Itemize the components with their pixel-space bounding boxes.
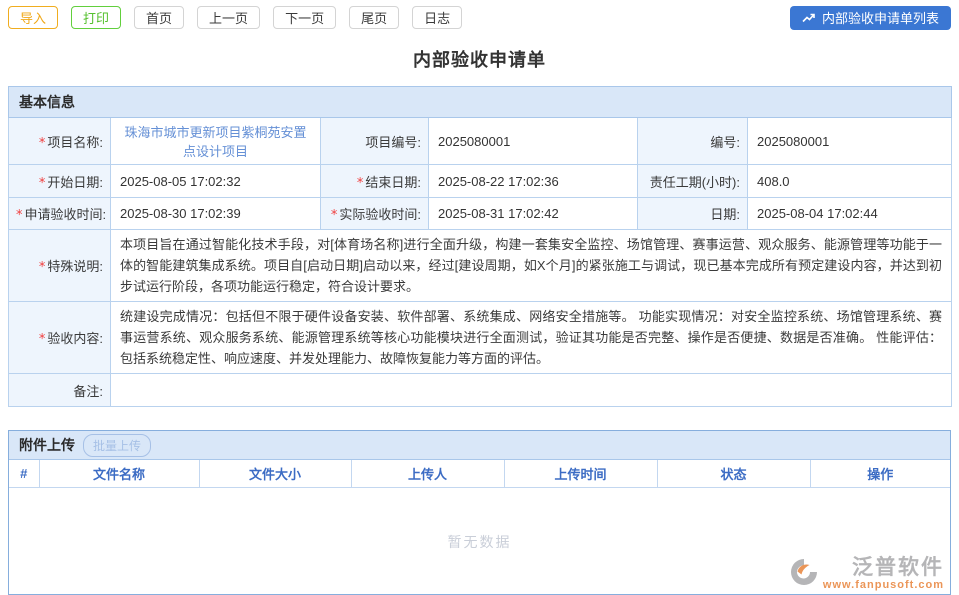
required-marker: * <box>39 176 46 191</box>
attachments-header: 附件上传 批量上传 <box>9 431 950 460</box>
internal-acceptance-form-page: 导入 打印 首页 上一页 下一页 尾页 日志 内部验收申请单列表 内部验收申请单 <box>0 0 959 592</box>
print-button[interactable]: 打印 <box>71 6 121 29</box>
field-label-acceptance-content: *验收内容: <box>9 302 111 374</box>
attach-col-index: # <box>9 460 39 487</box>
remark-value <box>111 374 952 407</box>
attach-col-upload-time: 上传时间 <box>504 460 657 487</box>
required-marker: * <box>357 176 364 191</box>
field-label-end-date: *结束日期: <box>321 165 429 198</box>
field-label-project-code: 项目编号: <box>321 118 429 165</box>
project-name-link[interactable]: 珠海市城市更新项目紫桐苑安置点设计项目 <box>124 125 306 159</box>
fanpu-logo-icon <box>789 557 819 592</box>
special-note-value: 本项目旨在通过智能化技术手段，对[体育场名称]进行全面升级，构建一套集安全监控、… <box>120 234 942 297</box>
table-row: *申请验收时间: 2025-08-30 17:02:39 *实际验收时间: 20… <box>9 198 952 230</box>
attach-col-uploader: 上传人 <box>351 460 504 487</box>
next-page-button[interactable]: 下一页 <box>273 6 336 29</box>
code-value: 2025080001 <box>748 118 952 165</box>
basic-info-section-title: 基本信息 <box>9 87 952 118</box>
field-label-date: 日期: <box>638 198 748 230</box>
field-label-actual-accept-time: *实际验收时间: <box>321 198 429 230</box>
trend-up-icon <box>802 12 816 24</box>
acceptance-content-value: 统建设完成情况：包括但不限于硬件设备安装、软件部署、系统集成、网络安全措施等。 … <box>120 306 942 369</box>
field-label-duty-duration: 责任工期(小时): <box>638 165 748 198</box>
field-label-code: 编号: <box>638 118 748 165</box>
field-label-project-name: *项目名称: <box>9 118 111 165</box>
required-marker: * <box>39 332 46 347</box>
start-date-value: 2025-08-05 17:02:32 <box>111 165 321 198</box>
required-marker: * <box>39 136 46 151</box>
field-label-special-note: *特殊说明: <box>9 230 111 302</box>
vendor-brand: 泛普软件 <box>852 557 944 578</box>
attachments-table: # 文件名称 文件大小 上传人 上传时间 状态 操作 <box>9 460 950 488</box>
attach-col-file-name: 文件名称 <box>39 460 199 487</box>
basic-info-table: 基本信息 *项目名称: 珠海市城市更新项目紫桐苑安置点设计项目 项目编号: 20… <box>8 86 952 407</box>
end-date-value: 2025-08-22 17:02:36 <box>429 165 638 198</box>
attach-col-file-size: 文件大小 <box>199 460 351 487</box>
import-button[interactable]: 导入 <box>8 6 58 29</box>
batch-upload-button[interactable]: 批量上传 <box>83 434 151 457</box>
table-row: *项目名称: 珠海市城市更新项目紫桐苑安置点设计项目 项目编号: 2025080… <box>9 118 952 165</box>
required-marker: * <box>39 260 46 275</box>
prev-page-button[interactable]: 上一页 <box>197 6 260 29</box>
attachments-title: 附件上传 <box>19 435 75 455</box>
table-row: 备注: <box>9 374 952 407</box>
attachments-empty-area: 暂无数据 泛普软件 www.fanpusoft.com <box>9 488 950 594</box>
basic-info-panel: 基本信息 *项目名称: 珠海市城市更新项目紫桐苑安置点设计项目 项目编号: 20… <box>8 86 951 407</box>
log-button[interactable]: 日志 <box>412 6 462 29</box>
vendor-watermark: 泛普软件 www.fanpusoft.com <box>789 557 944 592</box>
first-page-button[interactable]: 首页 <box>134 6 184 29</box>
vendor-text: 泛普软件 www.fanpusoft.com <box>823 557 944 591</box>
actual-accept-time-value: 2025-08-31 17:02:42 <box>429 198 638 230</box>
page-title: 内部验收申请单 <box>0 46 959 72</box>
last-page-button[interactable]: 尾页 <box>349 6 399 29</box>
attachments-panel: 附件上传 批量上传 # 文件名称 文件大小 上传人 上传时间 状态 操作 暂无数… <box>8 430 951 595</box>
field-label-remark: 备注: <box>9 374 111 407</box>
required-marker: * <box>331 208 338 223</box>
required-marker: * <box>16 208 23 223</box>
toolbar: 导入 打印 首页 上一页 下一页 尾页 日志 内部验收申请单列表 <box>0 0 959 30</box>
field-label-start-date: *开始日期: <box>9 165 111 198</box>
date-value: 2025-08-04 17:02:44 <box>748 198 952 230</box>
table-row: *验收内容: 统建设完成情况：包括但不限于硬件设备安装、软件部署、系统集成、网络… <box>9 302 952 374</box>
table-row: *开始日期: 2025-08-05 17:02:32 *结束日期: 2025-0… <box>9 165 952 198</box>
project-code-value: 2025080001 <box>429 118 638 165</box>
table-row: *特殊说明: 本项目旨在通过智能化技术手段，对[体育场名称]进行全面升级，构建一… <box>9 230 952 302</box>
acceptance-list-button[interactable]: 内部验收申请单列表 <box>790 6 951 30</box>
attach-col-actions: 操作 <box>810 460 950 487</box>
attach-col-status: 状态 <box>657 460 810 487</box>
empty-data-text: 暂无数据 <box>9 532 950 552</box>
field-label-apply-accept-time: *申请验收时间: <box>9 198 111 230</box>
apply-accept-time-value: 2025-08-30 17:02:39 <box>111 198 321 230</box>
acceptance-list-button-label: 内部验收申请单列表 <box>822 8 939 27</box>
duty-duration-value: 408.0 <box>748 165 952 198</box>
vendor-url: www.fanpusoft.com <box>823 580 944 591</box>
